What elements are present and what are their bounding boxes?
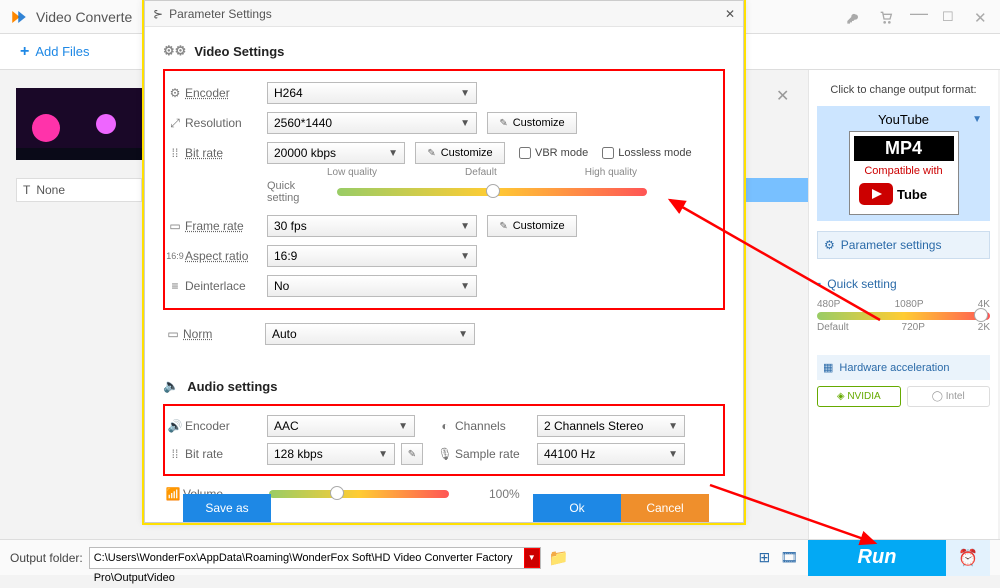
film-icon: ▭ — [165, 219, 185, 233]
framerate-label: Frame rate — [185, 219, 267, 233]
gear-icon: ⚙ — [165, 86, 185, 100]
parameter-settings-dialog: ⊱ Parameter Settings ✕ ⚙⚙ Video Settings… — [144, 0, 744, 523]
encoder-select[interactable]: H264▼ — [267, 82, 477, 104]
dialog-footer: Save as Ok Cancel — [145, 494, 743, 522]
audio-settings-group: 🔊 Encoder AAC▼ ◐ Channels 2 Channels Ste… — [163, 404, 725, 476]
lines-icon: ≡ — [165, 279, 185, 293]
encoder-label: Encoder — [185, 86, 267, 100]
monitor-icon: ▭ — [163, 327, 183, 341]
add-files-button[interactable]: + Add Files — [20, 43, 90, 61]
sliders-icon: ⚙ — [824, 238, 835, 252]
ok-button[interactable]: Ok — [533, 494, 621, 522]
speaker-icon: 🔈 — [163, 378, 179, 394]
customize-bitrate-button[interactable]: ✎Customize — [415, 142, 505, 164]
norm-select[interactable]: Auto▼ — [265, 323, 475, 345]
right-panel: Click to change output format: YouTube ▼… — [808, 70, 998, 540]
close-panel-icon[interactable]: ✕ — [776, 86, 789, 106]
aspect-label: Aspect ratio — [185, 249, 267, 263]
close-dialog-icon[interactable]: ✕ — [725, 7, 735, 21]
browse-folder-icon[interactable]: 📁 — [549, 548, 569, 568]
format-badge: MP4 Compatible with Tube — [849, 131, 959, 215]
expand-icon: ⤢ — [165, 116, 185, 131]
gears-icon: ⚙⚙ — [163, 43, 186, 59]
save-as-button[interactable]: Save as — [183, 494, 271, 522]
audio-bitrate-edit-button[interactable]: ✎ — [401, 443, 423, 465]
youtube-icon: Tube — [859, 181, 949, 207]
hardware-accel-button[interactable]: ▦ Hardware acceleration — [817, 355, 990, 380]
channels-label: Channels — [455, 419, 537, 433]
nvidia-button[interactable]: ◈ NVIDIA — [817, 386, 901, 407]
channels-select[interactable]: 2 Channels Stereo▼ — [537, 415, 685, 437]
customize-resolution-button[interactable]: ✎Customize — [487, 112, 577, 134]
parameter-settings-button[interactable]: ⚙ Parameter settings — [817, 231, 990, 259]
svg-text:Tube: Tube — [897, 187, 927, 202]
quick-setting-slider[interactable]: 480P1080P4K Default720P2K — [817, 299, 990, 339]
audio-encoder-label: Encoder — [185, 419, 267, 433]
deinterlace-select[interactable]: No▼ — [267, 275, 477, 297]
key-icon[interactable] — [846, 9, 862, 25]
headphone-icon: ◐ — [435, 419, 455, 433]
bottom-bar: Output folder: C:\Users\WonderFox\AppDat… — [0, 539, 1000, 575]
slider-thumb[interactable] — [486, 184, 500, 198]
output-folder-label: Output folder: — [10, 551, 83, 565]
ratio-icon: 16:9 — [165, 251, 185, 261]
pencil-icon: ✎ — [499, 118, 507, 129]
film-icon[interactable]: 🎞 — [780, 549, 798, 566]
pencil-icon: ✎ — [499, 221, 507, 232]
quality-slider[interactable]: Quick setting — [267, 180, 723, 204]
slider-thumb[interactable] — [974, 308, 988, 322]
lossless-checkbox[interactable]: Lossless mode — [602, 147, 691, 159]
bitrate-label: Bit rate — [185, 146, 267, 160]
dots-icon: ⁞⁞ — [165, 146, 185, 160]
quick-setting-label: ▪ Quick setting — [817, 277, 990, 291]
pencil-icon: ✎ — [408, 449, 416, 460]
aspect-select[interactable]: 16:9▼ — [267, 245, 477, 267]
intel-button[interactable]: ◯ Intel — [907, 386, 991, 407]
audio-bitrate-label: Bit rate — [185, 447, 267, 461]
resolution-label: Resolution — [185, 116, 267, 130]
customize-framerate-button[interactable]: ✎Customize — [487, 215, 577, 237]
merge-icon[interactable]: ⊞ — [758, 549, 770, 566]
samplerate-select[interactable]: 44100 Hz▼ — [537, 443, 685, 465]
caret-down-icon: ▼ — [972, 114, 982, 125]
dropdown-caret-icon[interactable]: ▼ — [524, 548, 540, 568]
target-icon: ▪ — [817, 277, 821, 291]
volume-icon: 🔊 — [165, 419, 185, 433]
cancel-button[interactable]: Cancel — [621, 494, 709, 522]
output-format-button[interactable]: YouTube ▼ MP4 Compatible with Tube — [817, 106, 990, 221]
alarm-icon[interactable]: ⏰ — [946, 540, 990, 576]
app-logo-icon — [10, 8, 28, 26]
audio-encoder-select[interactable]: AAC▼ — [267, 415, 415, 437]
video-thumbnail[interactable] — [16, 88, 142, 160]
video-settings-header: ⚙⚙ Video Settings — [163, 43, 725, 59]
video-settings-group: ⚙ Encoder H264▼ ⤢ Resolution 2560*1440▼ … — [163, 69, 725, 310]
subtitle-bar[interactable]: T None — [16, 178, 142, 202]
mic-icon: 🎙 — [435, 447, 455, 461]
output-folder-input[interactable]: C:\Users\WonderFox\AppData\Roaming\Wonde… — [89, 547, 541, 569]
chip-icon: ▦ — [823, 361, 833, 374]
close-app-icon[interactable]: ✕ — [974, 9, 990, 25]
sliders-icon: ⊱ — [153, 7, 163, 21]
text-icon: T — [23, 183, 30, 197]
app-title: Video Converte — [36, 9, 132, 25]
bitrate-select[interactable]: 20000 kbps▼ — [267, 142, 405, 164]
audio-bitrate-select[interactable]: 128 kbps▼ — [267, 443, 395, 465]
minimize-icon[interactable]: — — [910, 9, 926, 25]
dots-icon: ⁞⁞ — [165, 447, 185, 461]
samplerate-label: Sample rate — [455, 447, 537, 461]
resolution-select[interactable]: 2560*1440▼ — [267, 112, 477, 134]
run-button[interactable]: Run — [808, 540, 946, 576]
dialog-titlebar: ⊱ Parameter Settings ✕ — [145, 1, 743, 27]
framerate-select[interactable]: 30 fps▼ — [267, 215, 477, 237]
deinterlace-label: Deinterlace — [185, 279, 267, 293]
output-format-label: Click to change output format: — [817, 84, 990, 96]
vbr-checkbox[interactable]: VBR mode — [519, 147, 588, 159]
norm-label: Norm — [183, 327, 265, 341]
pencil-icon: ✎ — [427, 148, 435, 159]
plus-icon: + — [20, 43, 29, 61]
cart-icon[interactable] — [878, 9, 894, 25]
maximize-icon[interactable]: ☐ — [942, 9, 958, 25]
audio-settings-header: 🔈 Audio settings — [163, 378, 725, 394]
